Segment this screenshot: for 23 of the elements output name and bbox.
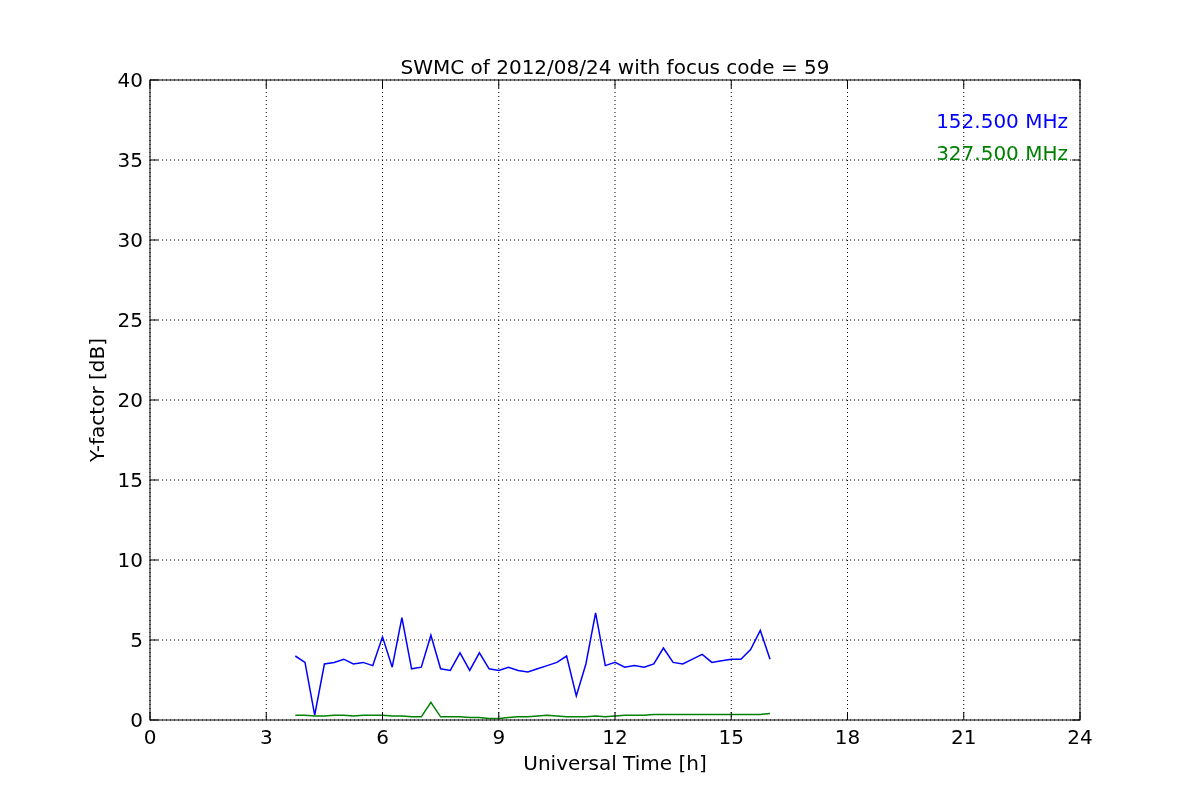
y-tick-label: 40 xyxy=(117,68,143,92)
x-tick-label: 21 xyxy=(951,725,977,749)
y-tick-label: 35 xyxy=(117,148,143,172)
x-tick-label: 3 xyxy=(259,725,273,749)
x-tick-label: 0 xyxy=(143,725,157,749)
x-axis-label: Universal Time [h] xyxy=(523,751,707,775)
x-tick-label: 6 xyxy=(376,725,389,749)
y-tick-label: 30 xyxy=(117,228,143,252)
chart-title: SWMC of 2012/08/24 with focus code = 59 xyxy=(400,55,830,79)
y-tick-label: 5 xyxy=(130,628,143,652)
y-tick-label: 10 xyxy=(117,548,143,572)
legend-label: 327.500 MHz xyxy=(936,141,1068,165)
y-tick-label: 15 xyxy=(117,468,143,492)
x-tick-label: 18 xyxy=(834,725,861,749)
y-tick-label: 20 xyxy=(117,388,143,412)
y-tick-label: 25 xyxy=(117,308,143,332)
y-tick-label: 0 xyxy=(130,708,143,732)
x-tick-label: 9 xyxy=(492,725,506,749)
legend-label: 152.500 MHz xyxy=(936,109,1068,133)
x-tick-label: 24 xyxy=(1067,725,1093,749)
x-tick-label: 15 xyxy=(718,725,744,749)
x-tick-label: 12 xyxy=(602,725,628,749)
y-axis-label: Y-factor [dB] xyxy=(85,338,109,462)
